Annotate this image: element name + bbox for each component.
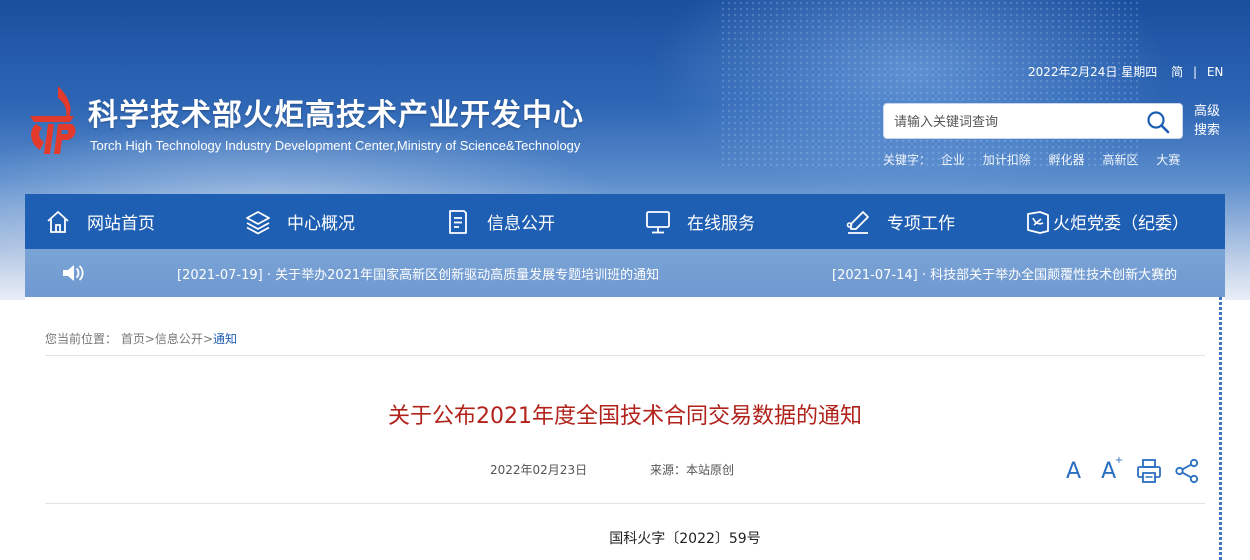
nav-item-party-committee[interactable]: 火炬党委（纪委） — [1025, 194, 1189, 249]
font-decrease-button[interactable]: A — [1066, 459, 1081, 484]
ticker-news-link[interactable]: [2021-07-19] · 关于举办2021年国家高新区创新驱动高质量发展专题… — [177, 264, 659, 283]
document-icon — [449, 209, 467, 234]
monitor-icon — [646, 210, 670, 233]
advanced-search-link[interactable]: 高级搜索 — [1194, 102, 1224, 140]
lang-simplified-link[interactable]: 简 — [1171, 63, 1183, 80]
search-box — [883, 103, 1183, 139]
font-increase-plus: + — [1114, 454, 1124, 466]
ticker-news-link[interactable]: [2021-07-14] · 科技部关于举办全国颠覆性技术创新大赛的 — [832, 264, 1177, 283]
divider — [45, 503, 1205, 504]
font-increase-button[interactable]: A + — [1101, 455, 1123, 484]
nav-label: 专项工作 — [887, 214, 955, 234]
divider — [45, 355, 1205, 356]
banner-map-dots — [720, 0, 1140, 170]
nav-label: 火炬党委（纪委） — [1053, 214, 1189, 234]
search-input[interactable] — [894, 112, 1134, 132]
search-icon[interactable] — [1146, 110, 1170, 134]
nav-item-overview[interactable]: 中心概况 — [245, 194, 355, 249]
nav-item-info-disclosure[interactable]: 信息公开 — [445, 194, 555, 249]
current-date: 2022年2月24日 星期四 — [1028, 65, 1158, 79]
keyword-link[interactable]: 企业 — [941, 153, 965, 167]
nav-label: 信息公开 — [487, 214, 555, 234]
nav-label: 网站首页 — [87, 214, 155, 234]
nav-item-home[interactable]: 网站首页 — [45, 194, 155, 249]
nav-item-online-service[interactable]: 在线服务 — [645, 194, 755, 249]
home-icon — [47, 210, 69, 233]
keyword-link[interactable]: 加计扣除 — [983, 153, 1031, 167]
keywords-label: 关键字： — [883, 153, 932, 167]
keyword-link[interactable]: 高新区 — [1102, 153, 1138, 167]
site-title[interactable]: 科学技术部火炬高技术产业开发中心 — [88, 90, 584, 134]
nav-label: 在线服务 — [687, 214, 755, 234]
keyword-link[interactable]: 孵化器 — [1049, 153, 1085, 167]
pen-icon — [846, 210, 869, 234]
article-tools: A A + — [1066, 455, 1200, 486]
keyword-link[interactable]: 大赛 — [1156, 153, 1180, 167]
article-source: 来源：本站原创 — [650, 463, 735, 477]
breadcrumb-section-link[interactable]: 信息公开 — [155, 332, 203, 346]
party-icon — [1027, 210, 1049, 234]
nav-item-special-work[interactable]: 专项工作 — [845, 194, 955, 249]
breadcrumb-separator: > — [202, 332, 213, 346]
nav-label: 中心概况 — [287, 214, 355, 234]
speaker-icon — [63, 265, 84, 281]
document-number: 国科火字〔2022〕59号 — [609, 531, 761, 547]
torch-logo-icon[interactable] — [24, 84, 80, 156]
lang-english-link[interactable]: EN — [1207, 65, 1224, 79]
layers-icon — [246, 210, 270, 234]
keyword-list: 关键字： 企业 加计扣除 孵化器 高新区 大赛 — [883, 151, 1194, 168]
breadcrumb-label: 您当前位置： — [45, 332, 118, 346]
article-title: 关于公布2021年度全国技术合同交易数据的通知 — [388, 404, 862, 429]
site-subtitle: Torch High Technology Industry Developme… — [90, 138, 581, 153]
lang-separator: | — [1192, 65, 1197, 79]
article-date: 2022年02月23日 — [490, 463, 588, 477]
content-right-border — [1219, 297, 1222, 560]
share-icon[interactable] — [1174, 458, 1200, 484]
breadcrumb-current-link[interactable]: 通知 — [213, 332, 237, 346]
main-nav: 网站首页 中心概况 信息公开 在线服务 专项工作 火炬党委（纪委） — [25, 194, 1225, 249]
breadcrumb-separator: > — [144, 332, 155, 346]
print-icon[interactable] — [1136, 458, 1162, 484]
news-ticker: [2021-07-19] · 关于举办2021年国家高新区创新驱动高质量发展专题… — [25, 249, 1225, 297]
breadcrumb-home-link[interactable]: 首页 — [121, 332, 145, 346]
top-bar: 2022年2月24日 星期四 简 | EN — [1028, 63, 1223, 80]
breadcrumb: 您当前位置： 首页>信息公开>通知 — [45, 330, 237, 347]
